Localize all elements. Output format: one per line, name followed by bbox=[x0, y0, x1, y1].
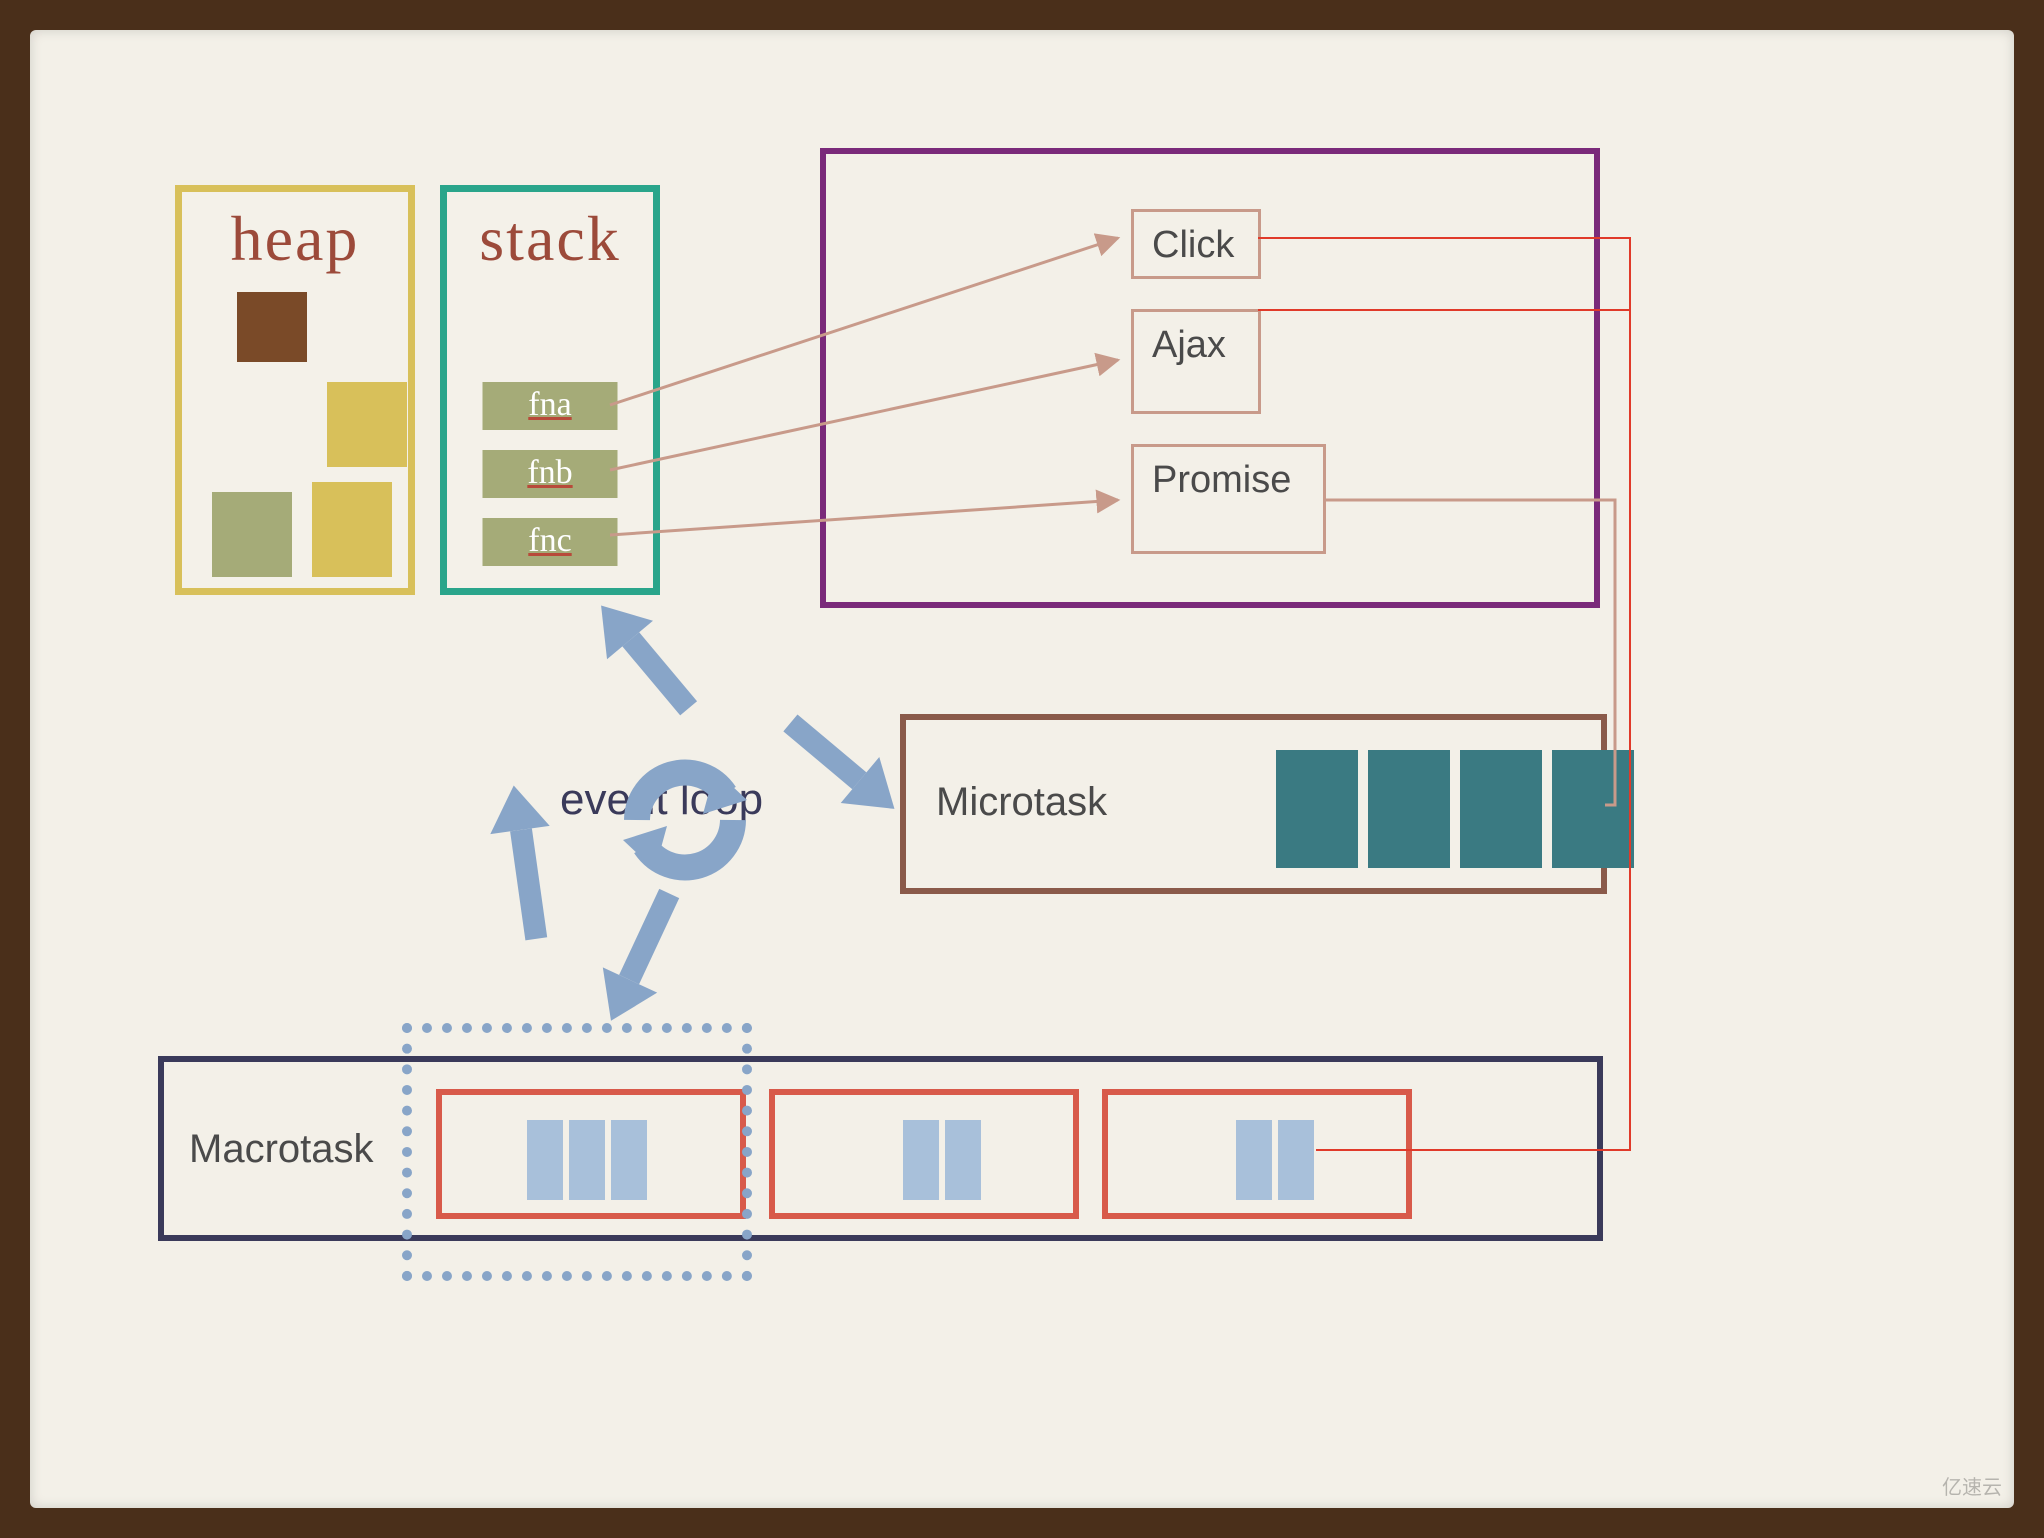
stack-box: stack fna fnb fnc bbox=[440, 185, 660, 595]
stack-frame-fnb: fnb bbox=[483, 450, 618, 498]
watermark: 亿速云 bbox=[1942, 1471, 2002, 1500]
heap-object-yellow-2 bbox=[312, 482, 392, 577]
heap-object-yellow-1 bbox=[327, 382, 407, 467]
microtask-item bbox=[1276, 750, 1358, 868]
macrotask-bar bbox=[903, 1120, 939, 1200]
macrotask-bar bbox=[1278, 1120, 1314, 1200]
heap-object-brown bbox=[237, 292, 307, 362]
macrotask-group-2 bbox=[769, 1089, 1079, 1219]
eventloop-label: event loop bbox=[560, 775, 763, 825]
microtask-item bbox=[1552, 750, 1634, 868]
heap-box: heap bbox=[175, 185, 415, 595]
api-click: Click bbox=[1131, 209, 1261, 279]
heap-title: heap bbox=[182, 202, 408, 276]
macrotask-label: Macrotask bbox=[189, 1127, 374, 1172]
microtask-label: Microtask bbox=[936, 780, 1107, 825]
microtask-box: Microtask bbox=[900, 714, 1607, 894]
macrotask-bar bbox=[1236, 1120, 1272, 1200]
stack-frame-fna: fna bbox=[483, 382, 618, 430]
macrotask-bar bbox=[945, 1120, 981, 1200]
diagram-canvas: heap stack fna fnb fnc Click Ajax Promis… bbox=[30, 30, 2014, 1508]
webapis-box: Click Ajax Promise bbox=[820, 148, 1600, 608]
stack-frame-fnc: fnc bbox=[483, 518, 618, 566]
api-ajax: Ajax bbox=[1131, 309, 1261, 414]
api-promise: Promise bbox=[1131, 444, 1326, 554]
macrotask-group-3 bbox=[1102, 1089, 1412, 1219]
macrotask-box: Macrotask bbox=[158, 1056, 1603, 1241]
stack-title: stack bbox=[447, 202, 653, 276]
microtask-item bbox=[1460, 750, 1542, 868]
heap-object-green bbox=[212, 492, 292, 577]
macrotask-active-selector bbox=[402, 1023, 752, 1281]
microtask-item bbox=[1368, 750, 1450, 868]
